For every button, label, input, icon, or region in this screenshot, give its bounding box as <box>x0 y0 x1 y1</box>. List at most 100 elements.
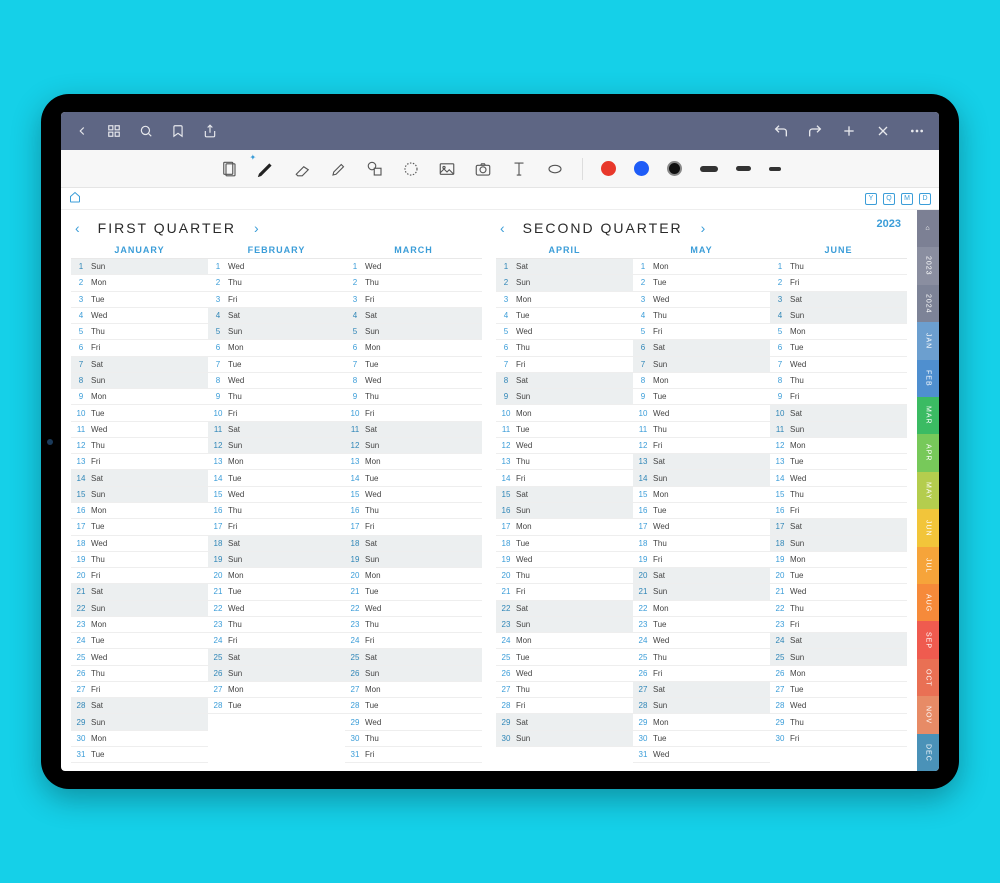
month-label[interactable]: MARCH <box>345 242 482 258</box>
day-cell[interactable]: 16Sun <box>496 503 633 519</box>
day-cell[interactable]: 15Wed <box>208 487 345 503</box>
more-icon[interactable] <box>909 123 925 139</box>
day-cell[interactable]: 23Mon <box>71 617 208 633</box>
prev-quarter-icon[interactable]: ‹ <box>71 220 84 236</box>
pen-tool[interactable]: ✦ <box>256 159 276 179</box>
day-cell[interactable]: 19Fri <box>633 552 770 568</box>
day-cell[interactable]: 4Tue <box>496 308 633 324</box>
day-cell[interactable]: 17Fri <box>208 519 345 535</box>
day-cell[interactable]: 7Tue <box>208 357 345 373</box>
highlighter-tool[interactable] <box>330 160 348 178</box>
day-cell[interactable]: 20Thu <box>496 568 633 584</box>
stroke-medium[interactable] <box>736 166 751 171</box>
day-cell[interactable]: 7Fri <box>496 357 633 373</box>
day-cell[interactable]: 30Sun <box>496 731 633 747</box>
day-cell[interactable]: 13Mon <box>345 454 482 470</box>
day-cell[interactable]: 4Sun <box>770 308 907 324</box>
day-cell[interactable]: 14Sat <box>71 470 208 486</box>
day-cell[interactable]: 14Tue <box>208 470 345 486</box>
day-cell[interactable]: 22Mon <box>633 601 770 617</box>
day-cell[interactable]: 11Sun <box>770 422 907 438</box>
eraser-tool[interactable] <box>294 160 312 178</box>
day-cell[interactable]: 28Tue <box>345 698 482 714</box>
day-cell[interactable]: 23Tue <box>633 617 770 633</box>
day-cell[interactable]: 24Fri <box>345 633 482 649</box>
sidetab-mar[interactable]: MAR <box>917 397 939 434</box>
day-cell[interactable]: 16Thu <box>208 503 345 519</box>
sidetab-feb[interactable]: FEB <box>917 360 939 397</box>
bookmark-icon[interactable] <box>171 124 185 138</box>
day-cell[interactable]: 10Fri <box>208 405 345 421</box>
day-cell[interactable]: 3Fri <box>345 292 482 308</box>
tape-tool[interactable] <box>546 160 564 178</box>
day-cell[interactable]: 22Wed <box>345 601 482 617</box>
sidetab-jun[interactable]: JUN <box>917 509 939 546</box>
day-cell[interactable]: 9Tue <box>633 389 770 405</box>
home-icon[interactable] <box>69 190 81 208</box>
day-cell[interactable]: 22Thu <box>770 601 907 617</box>
day-cell[interactable]: 29Wed <box>345 714 482 730</box>
day-cell[interactable]: 18Thu <box>633 536 770 552</box>
day-cell[interactable]: 5Thu <box>71 324 208 340</box>
day-cell[interactable]: 6Mon <box>345 340 482 356</box>
day-cell[interactable]: 18Sun <box>770 536 907 552</box>
day-cell[interactable]: 23Sun <box>496 617 633 633</box>
day-cell[interactable]: 13Mon <box>208 454 345 470</box>
day-cell[interactable]: 1Wed <box>208 259 345 275</box>
day-cell[interactable]: 24Sat <box>770 633 907 649</box>
day-cell[interactable]: 17Tue <box>71 519 208 535</box>
sidetab-jul[interactable]: JUL <box>917 547 939 584</box>
sidetab-may[interactable]: MAY <box>917 472 939 509</box>
day-cell[interactable]: 9Thu <box>208 389 345 405</box>
day-cell[interactable]: 22Sat <box>496 601 633 617</box>
day-cell[interactable]: 28Tue <box>208 698 345 714</box>
day-cell[interactable]: 23Thu <box>345 617 482 633</box>
day-cell[interactable]: 14Wed <box>770 470 907 486</box>
text-tool[interactable] <box>510 160 528 178</box>
day-cell[interactable]: 17Sat <box>770 519 907 535</box>
day-cell[interactable]: 27Sat <box>633 682 770 698</box>
camera-tool[interactable] <box>474 160 492 178</box>
month-label[interactable]: APRIL <box>496 242 633 258</box>
day-cell[interactable]: 25Sat <box>345 649 482 665</box>
day-cell[interactable]: 2Fri <box>770 275 907 291</box>
day-cell[interactable]: 16Thu <box>345 503 482 519</box>
day-cell[interactable]: 26Sun <box>345 666 482 682</box>
day-cell[interactable]: 5Sun <box>208 324 345 340</box>
back-icon[interactable] <box>75 124 89 138</box>
day-cell[interactable]: 20Sat <box>633 568 770 584</box>
view-badge-y[interactable]: Y <box>865 193 877 205</box>
day-cell[interactable]: 5Wed <box>496 324 633 340</box>
day-cell[interactable]: 16Tue <box>633 503 770 519</box>
day-cell[interactable]: 1Sat <box>496 259 633 275</box>
day-cell[interactable]: 23Fri <box>770 617 907 633</box>
redo-icon[interactable] <box>807 123 823 139</box>
day-cell[interactable]: 11Tue <box>496 422 633 438</box>
day-cell[interactable]: 7Tue <box>345 357 482 373</box>
day-cell[interactable]: 28Sat <box>71 698 208 714</box>
month-label[interactable]: JANUARY <box>71 242 208 258</box>
day-cell[interactable]: 8Wed <box>208 373 345 389</box>
day-cell[interactable]: 13Tue <box>770 454 907 470</box>
day-cell[interactable]: 7Sun <box>633 357 770 373</box>
day-cell[interactable]: 3Fri <box>208 292 345 308</box>
day-cell[interactable]: 20Mon <box>345 568 482 584</box>
day-cell[interactable]: 8Mon <box>633 373 770 389</box>
day-cell[interactable]: 21Wed <box>770 584 907 600</box>
day-cell[interactable]: 27Thu <box>496 682 633 698</box>
day-cell[interactable]: 2Mon <box>71 275 208 291</box>
day-cell[interactable]: 24Mon <box>496 633 633 649</box>
day-cell[interactable]: 20Tue <box>770 568 907 584</box>
day-cell[interactable]: 26Mon <box>770 666 907 682</box>
day-cell[interactable]: 19Thu <box>71 552 208 568</box>
image-tool[interactable] <box>438 160 456 178</box>
sidetab-2023[interactable]: 2023 <box>917 247 939 284</box>
day-cell[interactable]: 1Thu <box>770 259 907 275</box>
day-cell[interactable]: 25Sun <box>770 649 907 665</box>
day-cell[interactable]: 29Sun <box>71 714 208 730</box>
color-blue[interactable] <box>634 161 649 176</box>
day-cell[interactable]: 30Tue <box>633 731 770 747</box>
stroke-large[interactable] <box>700 166 718 172</box>
day-cell[interactable]: 6Mon <box>208 340 345 356</box>
view-badge-q[interactable]: Q <box>883 193 895 205</box>
